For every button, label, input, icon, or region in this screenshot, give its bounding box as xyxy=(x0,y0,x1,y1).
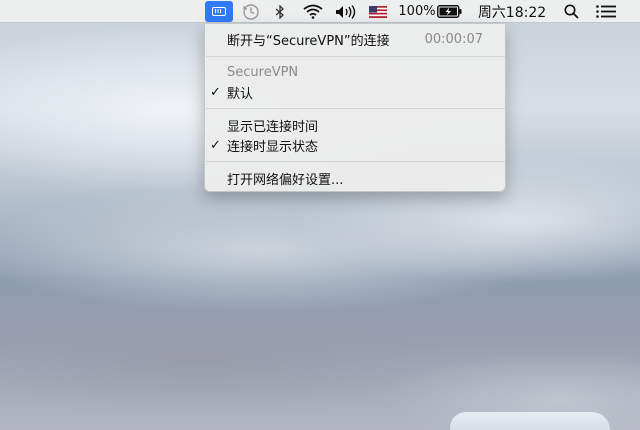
connection-timer: 00:00:07 xyxy=(424,31,483,47)
menu-separator xyxy=(206,108,505,109)
bluetooth-icon xyxy=(275,4,284,19)
menu-separator xyxy=(206,56,505,57)
disconnect-menu-item[interactable]: 断开与“SecureVPN”的连接 00:00:07 xyxy=(205,29,505,49)
menu-separator xyxy=(206,161,505,162)
clock-icon xyxy=(243,3,259,20)
battery-percent[interactable]: 100% xyxy=(398,0,436,23)
wifi-menu[interactable] xyxy=(300,0,326,23)
show-status-label: 连接时显示状态 xyxy=(227,139,319,155)
volume-icon xyxy=(336,4,356,19)
show-connected-time-item[interactable]: 显示已连接时间 xyxy=(205,115,505,135)
show-status-item[interactable]: ✓ 连接时显示状态 xyxy=(205,135,505,155)
input-source-menu[interactable] xyxy=(368,0,388,23)
menu-section-header: SecureVPN xyxy=(205,62,505,82)
disconnect-label: 断开与“SecureVPN”的连接 xyxy=(227,33,390,49)
notification-center-button[interactable] xyxy=(594,0,618,23)
bluetooth-menu[interactable] xyxy=(272,0,288,23)
checkmark-icon: ✓ xyxy=(210,137,221,153)
default-config-item[interactable]: ✓ 默认 xyxy=(205,82,505,102)
menu-bar: 100% 周六18:22 xyxy=(0,0,640,23)
battery-menu[interactable] xyxy=(436,0,462,23)
time-machine-menu[interactable] xyxy=(240,0,262,23)
search-icon xyxy=(564,4,579,19)
list-icon xyxy=(596,5,616,18)
checkmark-icon: ✓ xyxy=(210,84,221,100)
battery-charging-icon xyxy=(436,5,461,18)
menubar-clock[interactable]: 周六18:22 xyxy=(476,0,548,23)
vpn-menu-extra[interactable] xyxy=(205,1,233,22)
vpn-dropdown-menu: 断开与“SecureVPN”的连接 00:00:07 SecureVPN ✓ 默… xyxy=(204,24,506,192)
open-network-prefs-item[interactable]: 打开网络偏好设置... xyxy=(205,168,505,188)
default-config-label: 默认 xyxy=(227,86,254,102)
volume-menu[interactable] xyxy=(334,0,360,23)
wallpaper-snow xyxy=(450,412,610,430)
section-header-label: SecureVPN xyxy=(227,64,299,80)
show-connected-time-label: 显示已连接时间 xyxy=(227,119,319,135)
wifi-icon xyxy=(303,4,323,19)
spotlight-button[interactable] xyxy=(562,0,580,23)
us-flag-icon xyxy=(369,5,387,18)
securevpn-icon xyxy=(212,7,226,16)
open-network-prefs-label: 打开网络偏好设置... xyxy=(227,172,344,188)
